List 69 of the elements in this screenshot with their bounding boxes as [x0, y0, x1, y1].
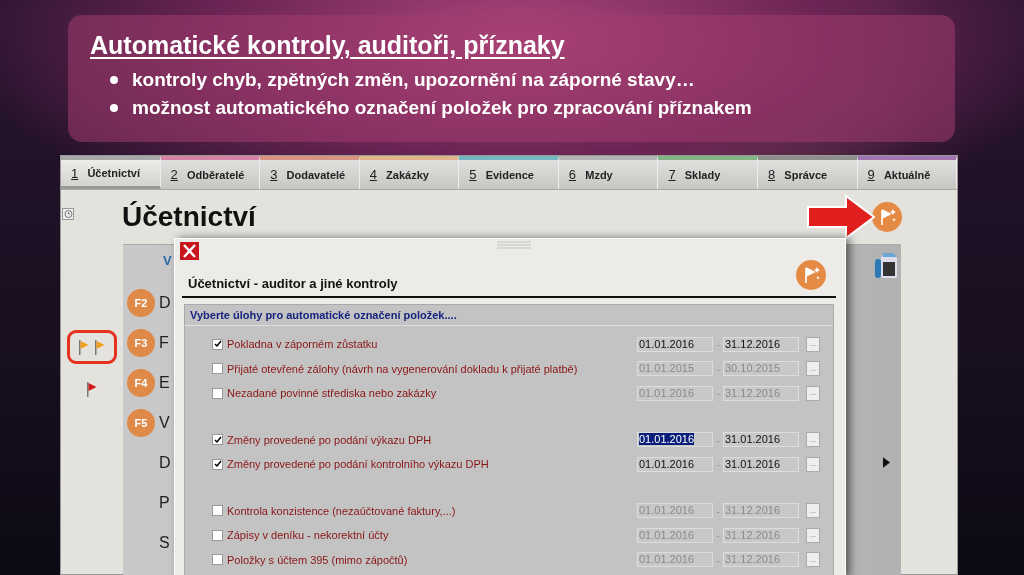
- bullet-icon: [110, 76, 118, 84]
- section-heading: Vyberte úlohy pro automatické označení položek....: [185, 305, 833, 326]
- picker-button[interactable]: ...: [806, 552, 820, 568]
- range-dash: -: [715, 553, 721, 566]
- module-tab[interactable]: 7 Sklady: [658, 156, 758, 189]
- module-tab[interactable]: 6 Mzdy: [558, 156, 659, 189]
- date-field[interactable]: 31.12.2016: [723, 336, 799, 352]
- panel-heading: V: [163, 253, 172, 269]
- bullet-text: možnost automatického označení položek pro zpracování příznakem: [132, 97, 752, 119]
- menu-item[interactable]: E: [159, 374, 170, 392]
- picker-button[interactable]: ...: [806, 456, 820, 472]
- menu-item[interactable]: S: [159, 534, 170, 552]
- dialog-title: Účetnictví - auditor a jiné kontroly: [188, 276, 398, 291]
- date-field[interactable]: 01.01.2016: [637, 336, 713, 352]
- module-tab[interactable]: 5 Evidence: [459, 156, 559, 189]
- calculator-icon[interactable]: [874, 253, 898, 279]
- range-dash: -: [715, 338, 721, 351]
- checkbox[interactable]: [212, 434, 223, 446]
- menu-item[interactable]: P: [159, 494, 170, 512]
- module-tab[interactable]: 1 Účetnictví: [61, 156, 161, 189]
- module-tab[interactable]: 9 Aktuálně: [857, 156, 958, 189]
- flag-sparkle-icon: [796, 259, 826, 290]
- checkbox[interactable]: [212, 458, 223, 470]
- checkbox[interactable]: [212, 338, 223, 350]
- task-label: Nezadané povinné střediska nebo zakázky: [227, 387, 438, 400]
- picker-button[interactable]: ...: [806, 527, 820, 543]
- module-tab[interactable]: 3 Dodavatelé: [260, 156, 360, 189]
- picker-button[interactable]: ...: [806, 385, 820, 401]
- checkbox[interactable]: [212, 387, 223, 399]
- task-label: Položky s účtem 395 (mimo zápočtů): [227, 553, 409, 566]
- range-dash: -: [715, 387, 721, 400]
- task-label: Přijaté otevřené zálohy (návrh na vygenerování dokladu k přijaté platbě): [227, 362, 579, 375]
- task-label: Zápisy v deníku - nekorektní účty: [227, 529, 390, 542]
- close-icon[interactable]: [180, 242, 199, 260]
- date-field[interactable]: 01.01.2016: [637, 456, 713, 472]
- module-tab[interactable]: 4 Zakázky: [359, 156, 460, 189]
- picker-button[interactable]: ...: [806, 361, 820, 377]
- range-dash: -: [715, 433, 721, 446]
- picker-button[interactable]: ...: [806, 432, 820, 448]
- menu-item[interactable]: V: [159, 414, 170, 432]
- module-tab[interactable]: 2 Odběratelé: [160, 156, 261, 189]
- flag-sparkle-button[interactable]: [872, 202, 902, 232]
- menu-item[interactable]: D: [159, 454, 171, 472]
- slide-title: Automatické kontroly, auditoři, příznaky: [90, 31, 566, 60]
- date-field[interactable]: 01.01.2016: [637, 432, 713, 448]
- range-dash: -: [715, 362, 721, 375]
- date-field[interactable]: 31.01.2016: [723, 432, 799, 448]
- range-dash: -: [715, 529, 721, 542]
- task-label: Pokladna v záporném zůstatku: [227, 338, 379, 351]
- range-dash: -: [715, 458, 721, 471]
- range-dash: -: [715, 504, 721, 517]
- module-tab[interactable]: 8 Správce: [757, 156, 858, 189]
- checkbox[interactable]: [212, 363, 223, 375]
- expand-arrow-icon[interactable]: [882, 457, 890, 468]
- checkbox[interactable]: [212, 529, 223, 541]
- task-label: Kontrola konzistence (nezaúčtované faktury,...): [227, 504, 457, 517]
- module-title: Účetnictví: [122, 201, 256, 233]
- menu-item[interactable]: D: [159, 294, 171, 312]
- picker-button[interactable]: ...: [806, 503, 820, 519]
- date-field[interactable]: 31.01.2016: [723, 456, 799, 472]
- bullet-text: kontroly chyb, zpětných změn, upozornění na záporné stavy…: [132, 69, 695, 91]
- picker-button[interactable]: ...: [806, 336, 820, 352]
- history-icon[interactable]: [62, 208, 74, 220]
- checkbox[interactable]: [212, 505, 223, 517]
- checkbox[interactable]: [212, 554, 223, 566]
- task-label: Změny provedené po podání kontrolního výkazu DPH: [227, 458, 490, 471]
- task-label: Změny provedené po podání výkazu DPH: [227, 433, 433, 446]
- menu-item[interactable]: F: [159, 334, 169, 352]
- bullet-icon: [110, 104, 118, 112]
